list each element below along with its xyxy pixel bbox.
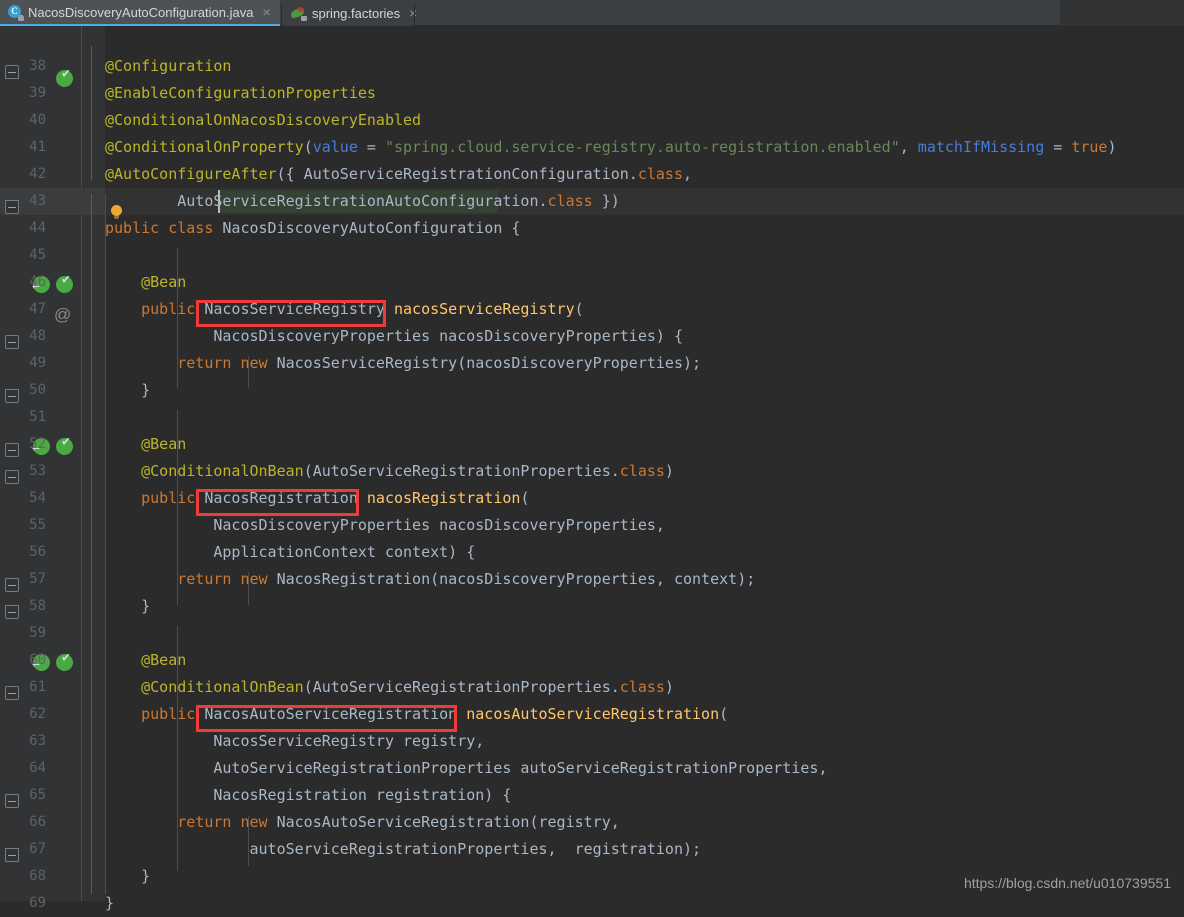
code-line-53[interactable]: @ConditionalOnBean(AutoServiceRegistrati… bbox=[105, 458, 674, 485]
tab-label: spring.factories bbox=[312, 5, 401, 21]
line-number: 65 bbox=[29, 787, 46, 803]
code-line-68[interactable]: } bbox=[105, 863, 150, 890]
line-number: 49 bbox=[29, 355, 46, 371]
line-number: 68 bbox=[29, 868, 46, 884]
watermark-text: https://blog.csdn.net/u010739551 bbox=[963, 875, 1171, 891]
code-line-52[interactable]: @Bean bbox=[105, 431, 186, 458]
line-number: 58 bbox=[29, 598, 46, 614]
code-line-46[interactable]: @Bean bbox=[105, 269, 186, 296]
line-number: 57 bbox=[29, 571, 46, 587]
line-number: 38 bbox=[29, 58, 46, 74]
code-line-50[interactable]: } bbox=[105, 377, 150, 404]
line-number: 47 bbox=[29, 301, 46, 317]
line-number: 44 bbox=[29, 220, 46, 236]
overridden-check-icon[interactable]: ✔ bbox=[56, 435, 74, 456]
line-number: 40 bbox=[29, 112, 46, 128]
line-number: 59 bbox=[29, 625, 46, 641]
line-number: 42 bbox=[29, 166, 46, 182]
line-number: 50 bbox=[29, 382, 46, 398]
code-line-66[interactable]: return new NacosAutoServiceRegistration(… bbox=[105, 809, 620, 836]
fold-region-line-method3 bbox=[91, 678, 92, 868]
code-line-43[interactable]: AutoServiceRegistrationAutoConfiguration… bbox=[105, 188, 620, 215]
code-line-61[interactable]: @ConditionalOnBean(AutoServiceRegistrati… bbox=[105, 674, 674, 701]
line-number: 67 bbox=[29, 841, 46, 857]
line-number: 53 bbox=[29, 463, 46, 479]
code-line-65[interactable]: NacosRegistration registration) { bbox=[105, 782, 511, 809]
code-folding-gutter[interactable] bbox=[80, 26, 105, 901]
tab-bar-filler bbox=[1060, 0, 1184, 26]
java-class-icon: C bbox=[8, 4, 24, 21]
fold-region-line bbox=[91, 46, 92, 180]
tab-nacos-discovery-auto-configuration[interactable]: C NacosDiscoveryAutoConfiguration.java × bbox=[0, 0, 280, 26]
code-line-49[interactable]: return new NacosServiceRegistry(nacosDis… bbox=[105, 350, 701, 377]
line-number: 43 bbox=[29, 193, 46, 209]
spring-leaf-icon bbox=[290, 6, 307, 21]
fold-region-line-method2 bbox=[91, 462, 92, 598]
code-line-44[interactable]: public class NacosDiscoveryAutoConfigura… bbox=[105, 215, 520, 242]
close-icon[interactable]: × bbox=[262, 5, 270, 19]
code-line-38[interactable]: @Configuration bbox=[105, 53, 231, 80]
line-number: 69 bbox=[29, 895, 46, 911]
fold-region-line-method1 bbox=[91, 326, 92, 390]
line-number: 41 bbox=[29, 139, 46, 155]
overridden-check-icon[interactable]: ✔ bbox=[56, 67, 74, 88]
code-line-57[interactable]: return new NacosRegistration(nacosDiscov… bbox=[105, 566, 755, 593]
code-line-56[interactable]: ApplicationContext context) { bbox=[105, 539, 475, 566]
code-token-annotation: @Configuration bbox=[105, 57, 232, 75]
code-line-55[interactable]: NacosDiscoveryProperties nacosDiscoveryP… bbox=[105, 512, 665, 539]
line-number: 46 bbox=[29, 274, 46, 290]
code-line-42[interactable]: @AutoConfigureAfter({ AutoServiceRegistr… bbox=[105, 161, 692, 188]
code-editor[interactable]: ✔ ← ✔ @ ← ✔ ← ✔ 38 39 40 41 42 43 44 45 bbox=[0, 26, 1184, 912]
line-number: 51 bbox=[29, 409, 46, 425]
code-line-39[interactable]: @EnableConfigurationProperties bbox=[105, 80, 376, 107]
line-number: 60 bbox=[29, 652, 46, 668]
code-line-67[interactable]: autoServiceRegistrationProperties, regis… bbox=[105, 836, 701, 863]
line-number: 66 bbox=[29, 814, 46, 830]
code-line-63[interactable]: NacosServiceRegistry registry, bbox=[105, 728, 484, 755]
code-line-40[interactable]: @ConditionalOnNacosDiscoveryEnabled bbox=[105, 107, 421, 134]
intellij-editor-window: C NacosDiscoveryAutoConfiguration.java ×… bbox=[0, 0, 1184, 912]
code-token-annotation: @ConditionalOnNacosDiscoveryEnabled bbox=[105, 111, 422, 129]
line-number: 63 bbox=[29, 733, 46, 749]
annotation-box-nacos-auto-service-registration bbox=[196, 705, 457, 732]
code-line-64[interactable]: AutoServiceRegistrationProperties autoSe… bbox=[105, 755, 827, 782]
tab-spring-factories[interactable]: spring.factories × bbox=[283, 0, 417, 26]
code-line-58[interactable]: } bbox=[105, 593, 150, 620]
line-number: 45 bbox=[29, 247, 46, 263]
editor-tab-bar: C NacosDiscoveryAutoConfiguration.java ×… bbox=[0, 0, 1184, 26]
code-line-48[interactable]: NacosDiscoveryProperties nacosDiscoveryP… bbox=[105, 323, 683, 350]
line-number: 64 bbox=[29, 760, 46, 776]
annotation-at-icon[interactable]: @ bbox=[54, 301, 71, 328]
line-number: 55 bbox=[29, 517, 46, 533]
line-number: 48 bbox=[29, 328, 46, 344]
tab-label: NacosDiscoveryAutoConfiguration.java bbox=[28, 4, 254, 20]
line-number: 62 bbox=[29, 706, 46, 722]
line-number: 61 bbox=[29, 679, 46, 695]
annotation-box-nacos-registration bbox=[196, 489, 359, 516]
overridden-check-icon[interactable]: ✔ bbox=[56, 651, 74, 672]
annotation-box-nacos-service-registry bbox=[196, 300, 386, 327]
code-line-41[interactable]: @ConditionalOnProperty(value = "spring.c… bbox=[105, 134, 1116, 161]
line-number: 56 bbox=[29, 544, 46, 560]
overridden-check-icon[interactable]: ✔ bbox=[56, 273, 74, 294]
line-number: 39 bbox=[29, 85, 46, 101]
line-number: 54 bbox=[29, 490, 46, 506]
code-line-60[interactable]: @Bean bbox=[105, 647, 186, 674]
code-line-69[interactable]: } bbox=[105, 890, 114, 917]
line-number: 52 bbox=[29, 436, 46, 452]
code-token-annotation: @EnableConfigurationProperties bbox=[105, 84, 376, 102]
